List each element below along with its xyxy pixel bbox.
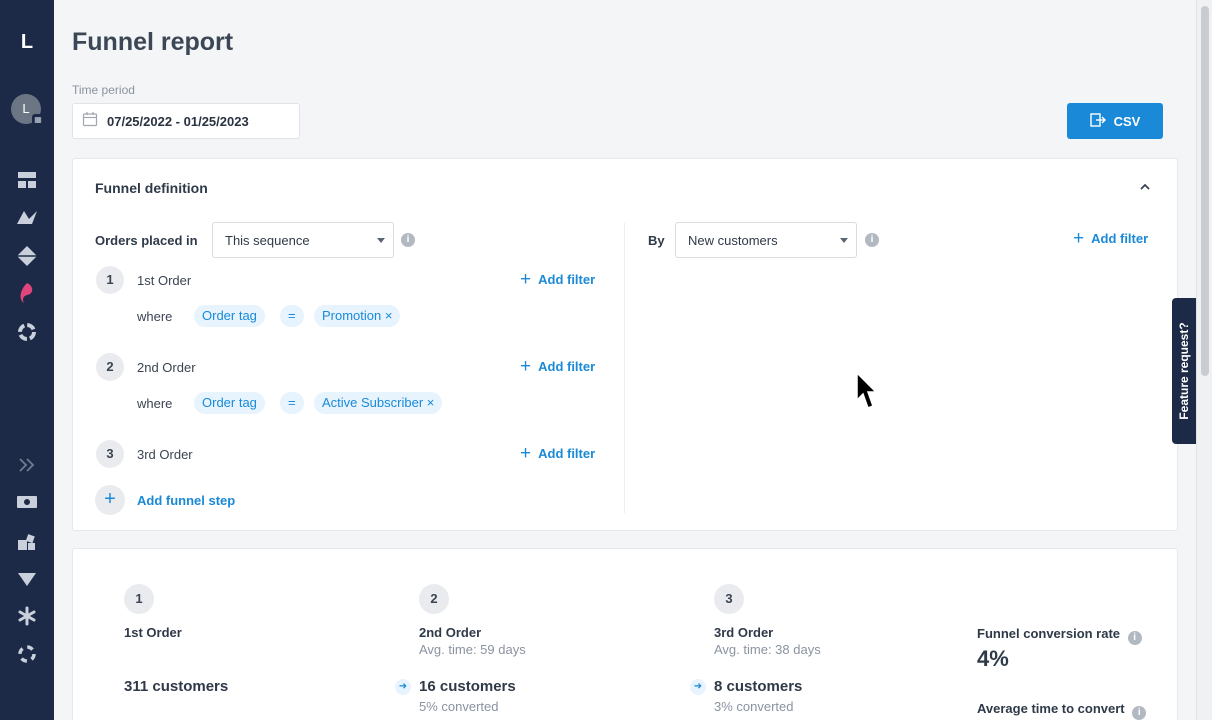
section-divider <box>624 223 625 513</box>
result-step-count: 16 customers <box>419 678 516 695</box>
conversion-rate-label-text: Funnel conversion rate <box>977 626 1121 641</box>
money-icon[interactable] <box>14 490 40 514</box>
date-range-value: 07/25/2022 - 01/25/2023 <box>107 113 249 129</box>
by-select[interactable]: New customers <box>675 222 857 258</box>
feature-request-label: Feature request? <box>1177 322 1191 420</box>
apps-icon[interactable] <box>14 529 40 553</box>
help-icon[interactable] <box>14 642 40 666</box>
result-step-number: 2 <box>419 584 449 614</box>
sequence-select-value: This sequence <box>225 232 310 248</box>
step-number: 3 <box>96 440 124 468</box>
funnel-definition-card: Funnel definition Orders placed in This … <box>72 158 1178 531</box>
info-icon[interactable]: i <box>865 233 879 247</box>
chevron-up-icon[interactable] <box>1137 179 1153 195</box>
plus-icon: + <box>520 442 532 464</box>
add-filter-button[interactable]: + Add filter <box>520 442 596 464</box>
avg-time-label-text: Average time to convert <box>977 701 1125 716</box>
by-label: By <box>648 233 665 248</box>
funnel-results-card: 1 1st Order 311 customers 2 2nd Order Av… <box>72 548 1178 720</box>
plus-icon: + <box>520 355 532 377</box>
dashboard-icon[interactable] <box>14 168 40 192</box>
arrow-right-icon: ➜ <box>690 679 706 695</box>
caret-down-icon <box>377 238 385 243</box>
plus-icon: + <box>1073 227 1085 249</box>
filter-value-chip[interactable]: Promotion × <box>314 305 401 327</box>
result-step-count: 8 customers <box>714 678 803 695</box>
step-label: 3rd Order <box>137 447 193 462</box>
info-icon[interactable]: i <box>401 233 415 247</box>
add-filter-button[interactable]: + Add filter <box>520 355 596 377</box>
csv-label: CSV <box>1113 113 1141 129</box>
mouse-cursor-icon <box>856 371 878 417</box>
app-logo[interactable]: L <box>0 30 54 54</box>
result-step-avg-time: Avg. time: 59 days <box>419 642 526 657</box>
main-content: Funnel report Time period 07/25/2022 - 0… <box>54 0 1196 720</box>
info-icon[interactable]: i <box>1132 706 1147 720</box>
page-scrollbar[interactable] <box>1196 0 1212 720</box>
add-filter-label: Add filter <box>1091 231 1149 246</box>
step-label: 1st Order <box>137 273 192 288</box>
add-filter-label: Add filter <box>538 272 596 287</box>
result-step-number: 3 <box>714 584 744 614</box>
result-step-name: 2nd Order <box>419 625 482 640</box>
where-label: where <box>137 396 173 411</box>
avatar[interactable]: L ▦ <box>11 94 44 126</box>
add-step-plus-icon[interactable]: + <box>95 485 125 515</box>
avg-time-label: Average time to convert i <box>977 701 1147 720</box>
orders-placed-label: Orders placed in <box>95 233 198 248</box>
sidebar: L L ▦ <box>0 0 54 720</box>
time-period-label: Time period <box>72 83 135 97</box>
export-icon <box>1089 112 1106 130</box>
add-filter-button[interactable]: + Add filter <box>520 268 596 290</box>
segments-icon[interactable] <box>14 320 40 344</box>
add-filter-label: Add filter <box>538 359 596 374</box>
calendar-icon <box>82 111 98 132</box>
step-number: 2 <box>96 353 124 381</box>
scrollbar-thumb[interactable] <box>1201 6 1209 376</box>
sequence-select[interactable]: This sequence <box>212 222 394 258</box>
filter-value-chip[interactable]: Active Subscriber × <box>314 392 443 414</box>
filter-field-chip[interactable]: Order tag <box>194 305 265 327</box>
result-step-number: 1 <box>124 584 154 614</box>
date-range-picker[interactable]: 07/25/2022 - 01/25/2023 <box>72 103 300 139</box>
add-funnel-step-button[interactable]: Add funnel step <box>137 493 235 508</box>
add-filter-label: Add filter <box>538 446 596 461</box>
result-step-avg-time: Avg. time: 38 days <box>714 642 821 657</box>
by-select-value: New customers <box>688 232 778 248</box>
caret-down-icon <box>840 238 848 243</box>
where-label: where <box>137 309 173 324</box>
page-title: Funnel report <box>72 28 234 56</box>
result-step-name: 1st Order <box>124 625 182 640</box>
result-step-converted: 3% converted <box>714 699 794 714</box>
info-icon[interactable]: i <box>1127 631 1142 645</box>
result-step-converted: 5% converted <box>419 699 499 714</box>
result-step-name: 3rd Order <box>714 625 774 640</box>
step-number: 1 <box>96 266 124 294</box>
feature-request-tab[interactable]: Feature request? <box>1172 298 1196 444</box>
plus-icon: + <box>520 268 532 290</box>
result-step-count: 311 customers <box>124 678 229 695</box>
avatar-initial: L <box>22 101 30 116</box>
step-label: 2nd Order <box>137 360 196 375</box>
analytics-icon[interactable] <box>14 205 40 229</box>
diamond-icon[interactable] <box>14 244 40 268</box>
store-icon: ▦ <box>32 114 44 126</box>
conversion-rate-label: Funnel conversion rate i <box>977 626 1142 645</box>
filter-operator-chip[interactable]: = <box>280 305 304 327</box>
arrow-right-icon: ➜ <box>395 679 411 695</box>
csv-export-button[interactable]: CSV <box>1067 103 1163 139</box>
funnel-definition-title: Funnel definition <box>95 180 208 196</box>
brand-icon[interactable] <box>14 281 40 305</box>
conversion-rate-value: 4% <box>977 646 1009 671</box>
asterisk-icon[interactable] <box>14 604 40 628</box>
add-filter-button[interactable]: + Add filter <box>1073 227 1149 249</box>
filter-operator-chip[interactable]: = <box>280 392 304 414</box>
filter-icon[interactable] <box>14 567 40 591</box>
expand-icon[interactable] <box>14 453 40 477</box>
filter-field-chip[interactable]: Order tag <box>194 392 265 414</box>
